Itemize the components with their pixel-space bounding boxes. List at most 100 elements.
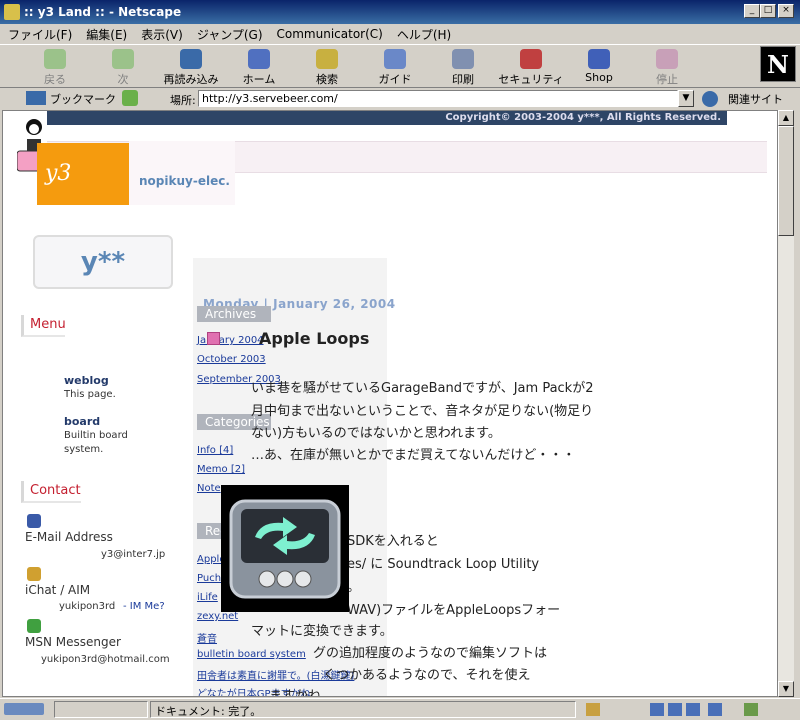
window-title: :: y3 Land :: - Netscape [24, 5, 182, 19]
recent-link[interactable]: bulletin board system [197, 649, 306, 660]
post-body-line: マットに変換できます。 [251, 624, 393, 639]
page-proxy-icon[interactable] [122, 90, 138, 106]
post-body-line: es/ に Soundtrack Loop Utility [347, 557, 540, 572]
home-button[interactable]: ホーム [226, 47, 292, 87]
connection-icon [4, 703, 44, 715]
category-link-note[interactable]: Note [197, 483, 221, 494]
contact-email-value[interactable]: y3@inter7.jp [101, 549, 165, 560]
msn-icon [27, 619, 41, 633]
netscape-logo: N [760, 46, 796, 82]
close-button[interactable]: × [778, 4, 794, 18]
bookmark-icon [26, 91, 46, 105]
ichat-icon [27, 567, 41, 581]
location-label: 場所: [170, 94, 196, 107]
scroll-thumb[interactable] [778, 126, 794, 236]
security-lock-icon [520, 49, 542, 69]
navigator-component-icon[interactable] [650, 703, 664, 716]
menu-heading: Menu [21, 315, 66, 337]
stop-icon [656, 49, 678, 69]
post-body-line: ますかね [269, 689, 322, 697]
menu-help[interactable]: ヘルプ(H) [397, 26, 451, 43]
bookmarks-button[interactable]: ブックマーク [50, 91, 116, 107]
ybox-logo: y** [33, 235, 173, 289]
address-book-icon[interactable] [708, 703, 722, 716]
related-sites-icon [702, 91, 718, 107]
post-body-line: ない)方もいるのではないかと思われます。 [251, 426, 501, 441]
security-button[interactable]: セキュリティ [498, 47, 564, 87]
menu-desc-weblog: This page. [64, 389, 116, 400]
forward-button[interactable]: 次 [90, 47, 156, 87]
print-icon [452, 49, 474, 69]
post-bullet-icon [207, 332, 220, 345]
recent-link[interactable]: iLife [197, 592, 218, 603]
menu-view[interactable]: 表示(V) [141, 26, 183, 43]
security-status-icon[interactable] [586, 703, 600, 716]
contact-ichat-value: yukipon3rd [59, 601, 116, 612]
url-input[interactable]: http://y3.servebeer.com/ [198, 90, 678, 107]
contact-ichat-name: iChat / AIM [25, 583, 91, 597]
menu-bar: ファイル(F) 編集(E) 表示(V) ジャンプ(G) Communicator… [0, 24, 800, 44]
back-button[interactable]: 戻る [22, 47, 88, 87]
minimize-button[interactable]: _ [744, 4, 760, 18]
recent-link[interactable]: zexy.net [197, 611, 238, 622]
stop-button[interactable]: 停止 [634, 47, 700, 87]
menu-desc-board-2: system. [64, 444, 104, 455]
contact-msn-value: yukipon3rd@hotmail.com [41, 654, 170, 665]
url-dropdown-button[interactable]: ▼ [678, 90, 694, 107]
title-bar: :: y3 Land :: - Netscape _ □ × [0, 0, 800, 24]
menu-link-weblog[interactable]: weblog [64, 374, 109, 387]
scroll-up-button[interactable]: ▲ [778, 110, 794, 126]
status-bar: ドキュメント: 完了。 [0, 698, 800, 720]
guide-icon [384, 49, 406, 69]
vertical-scrollbar[interactable]: ▲ ▼ [778, 110, 794, 697]
mail-icon [27, 514, 41, 528]
page-content: Copyright© 2003-2004 y***, All Rights Re… [2, 110, 778, 697]
recent-link[interactable]: Puch [197, 573, 221, 584]
post-body-line: くつかあるようなので、それを使え [323, 668, 531, 683]
navigation-toolbar: 戻る 次 再読み込み ホーム 検索 ガイド 印刷 セキュリティ Shop 停止 [0, 44, 800, 88]
scroll-down-button[interactable]: ▼ [778, 681, 794, 697]
category-link-memo[interactable]: Memo [2] [197, 464, 245, 475]
menu-file[interactable]: ファイル(F) [8, 26, 72, 43]
reload-button[interactable]: 再読み込み [158, 47, 224, 87]
contact-email-name: E-Mail Address [25, 530, 113, 544]
guide-button[interactable]: ガイド [362, 47, 428, 87]
edit-page-icon[interactable] [744, 703, 758, 716]
post-body-line: いま巷を騒がせているGarageBandですが、Jam Packが2 [251, 381, 594, 396]
archives-heading: Archives [197, 306, 271, 322]
search-button[interactable]: 検索 [294, 47, 360, 87]
status-text: ドキュメント: 完了。 [150, 701, 576, 718]
menu-link-board[interactable]: board [64, 415, 100, 428]
menu-desc-board-1: Builtin board [64, 430, 128, 441]
copyright-banner: Copyright© 2003-2004 y***, All Rights Re… [47, 111, 727, 125]
post-body-line: 月中旬まで出ないということで、音ネタが足りない(物足り [251, 404, 594, 419]
site-logo[interactable]: y3 Land [37, 143, 129, 248]
home-icon [248, 49, 270, 69]
search-icon [316, 49, 338, 69]
archive-link-oct-2003[interactable]: October 2003 [197, 354, 266, 365]
back-arrow-icon [44, 49, 66, 69]
menu-communicator[interactable]: Communicator(C) [277, 27, 383, 41]
post-body-line: …あ、在庫が無いとかでまだ買えてないんだけど・・・ [251, 448, 576, 463]
related-sites-button[interactable]: 関連サイト [728, 91, 783, 107]
recent-link[interactable]: 蒼音 [197, 630, 217, 645]
apple-loops-utility-icon [221, 485, 349, 612]
netscape-app-icon [4, 4, 20, 20]
post-body-line: WAV)ファイルをAppleLoopsフォー [347, 603, 561, 618]
post-body-line: グの追加程度のようなので編集ソフトは [313, 646, 548, 661]
contact-ichat-link[interactable]: - IM Me? [123, 601, 165, 612]
progress-well [54, 701, 148, 718]
category-link-info[interactable]: Info [4] [197, 445, 233, 456]
shop-button[interactable]: Shop [566, 47, 632, 87]
reload-icon [180, 49, 202, 69]
mail-component-icon[interactable] [668, 703, 682, 716]
contact-msn-name: MSN Messenger [25, 635, 121, 649]
post-body-line: SDKを入れると [347, 534, 439, 549]
maximize-button[interactable]: □ [760, 4, 776, 18]
contact-heading: Contact [21, 481, 81, 503]
post-title: Apple Loops [259, 329, 370, 348]
print-button[interactable]: 印刷 [430, 47, 496, 87]
menu-go[interactable]: ジャンプ(G) [197, 26, 263, 43]
composer-component-icon[interactable] [686, 703, 700, 716]
menu-edit[interactable]: 編集(E) [86, 26, 127, 43]
